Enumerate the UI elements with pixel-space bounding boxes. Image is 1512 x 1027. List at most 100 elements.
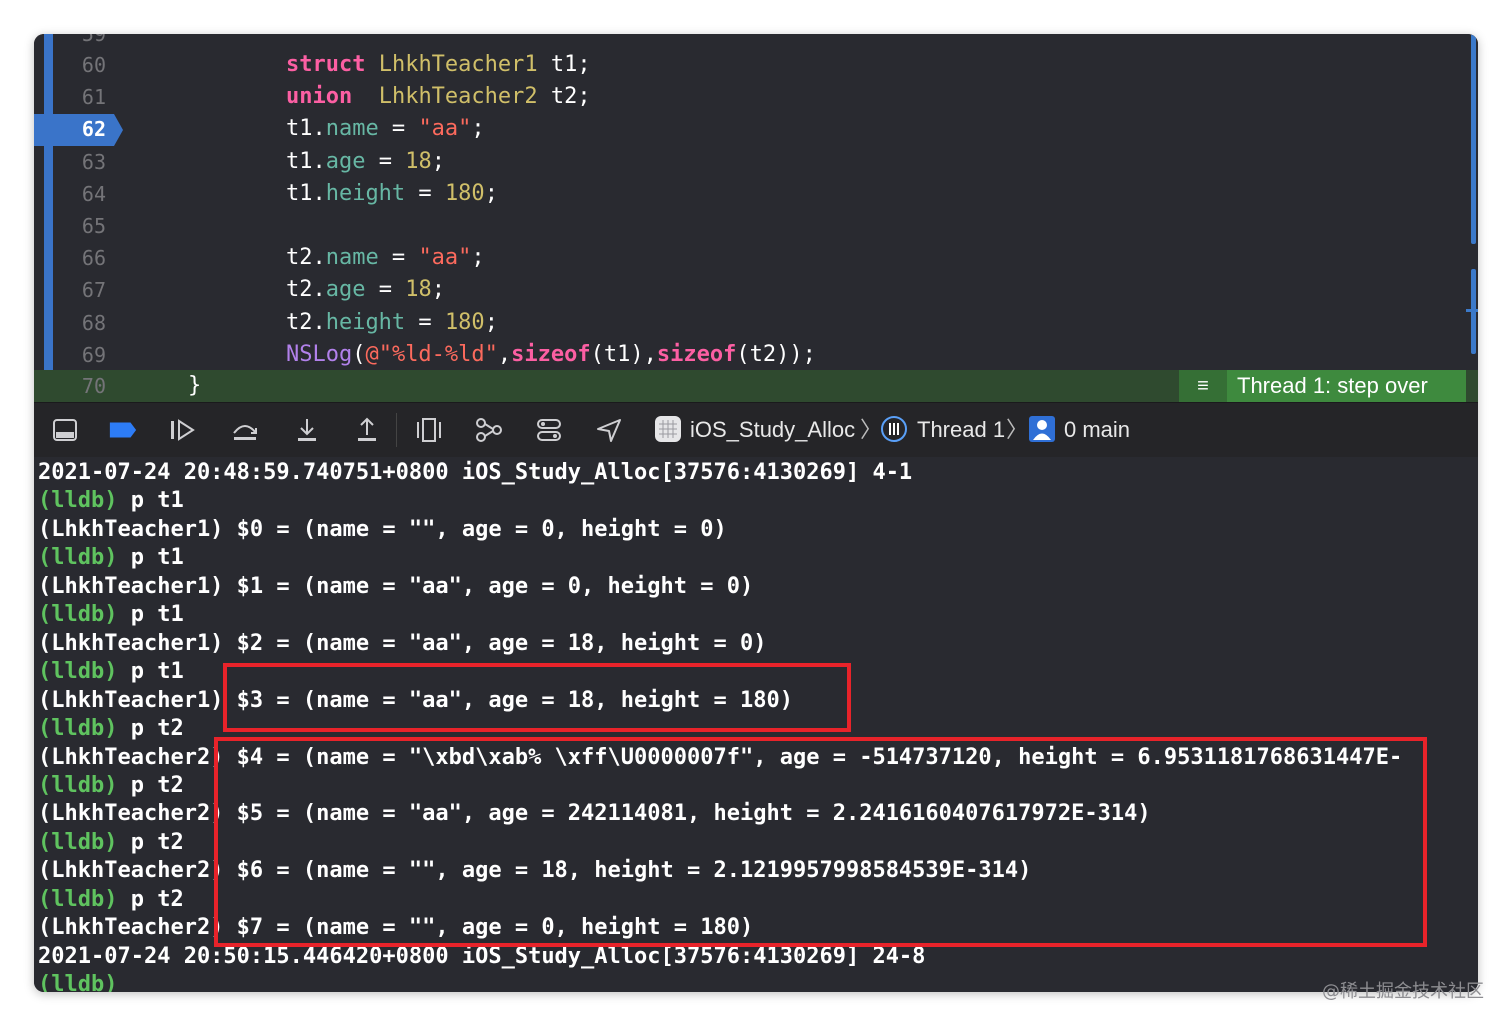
code-token: ( xyxy=(352,341,366,367)
code-token: ; xyxy=(484,309,498,335)
breadcrumb-app[interactable]: iOS_Study_Alloc xyxy=(690,414,855,446)
lldb-prompt: (lldb) xyxy=(38,716,118,742)
code-token: (t1), xyxy=(590,341,657,367)
code-token: name xyxy=(325,245,379,271)
user-frame-icon[interactable] xyxy=(1028,415,1056,443)
code-token: = xyxy=(378,116,419,142)
code-token: sizeof xyxy=(656,341,737,367)
code-token: , xyxy=(497,341,512,367)
code-token: age xyxy=(325,148,366,174)
code-token: height xyxy=(325,309,406,335)
code-token: name xyxy=(325,116,379,142)
thread-status-badge[interactable]: ≡ Thread 1: step over xyxy=(1179,370,1466,402)
debug-toolbar: iOS_Study_Alloc 〉 Thread 1 〉 0 main xyxy=(34,402,1478,458)
lldb-command-line: (lldb) p t2 xyxy=(38,772,184,800)
code-token: ; xyxy=(471,245,485,271)
code-token: "aa" xyxy=(418,116,472,142)
memory-graph-icon[interactable] xyxy=(474,416,504,444)
view-hierarchy-icon[interactable] xyxy=(414,416,444,444)
code-token: t1. xyxy=(180,148,326,174)
code-token: ; xyxy=(431,148,445,174)
code-line[interactable]: t2.age = 18; xyxy=(34,274,445,306)
code-token: t2. xyxy=(180,277,326,303)
lldb-prompt: (lldb) xyxy=(38,886,118,912)
lldb-command-line: (lldb) p t1 xyxy=(38,658,184,686)
breadcrumb-thread[interactable]: Thread 1 xyxy=(917,414,1005,446)
step-out-icon[interactable] xyxy=(352,416,382,444)
line-number[interactable]: 62 xyxy=(60,113,106,145)
hamburger-menu-icon[interactable]: ≡ xyxy=(1179,370,1227,402)
lldb-command-line: (lldb) p t1 xyxy=(38,601,184,629)
console-text: p t2 xyxy=(117,829,184,855)
code-token: 18 xyxy=(405,277,432,303)
code-line[interactable]: t2.height = 180; xyxy=(34,307,498,339)
code-token: NSLog xyxy=(285,341,353,367)
console-text: p t1 xyxy=(117,545,184,571)
console-text: 2021-07-24 20:48:59.740751+0800 iOS_Stud… xyxy=(38,460,913,485)
code-token: LhkhTeacher1 xyxy=(378,52,538,77)
breadcrumb-frame[interactable]: 0 main xyxy=(1064,414,1130,446)
line-number: 70 xyxy=(81,374,106,398)
code-line[interactable]: union LhkhTeacher2 t2; xyxy=(34,81,591,113)
code-line[interactable]: t1.height = 180; xyxy=(34,178,498,210)
console-output-line: (LhkhTeacher1) $1 = (name = "aa", age = … xyxy=(38,573,753,601)
lldb-prompt: (lldb) xyxy=(38,972,118,992)
environment-overrides-icon[interactable] xyxy=(534,416,564,444)
code-token: ; xyxy=(484,180,498,206)
console-text: p t1 xyxy=(117,488,184,514)
line-number: 59 xyxy=(81,34,106,46)
console-text: (LhkhTeacher1) $0 = (name = "", age = 0,… xyxy=(38,516,727,542)
console-text: 2021-07-24 20:50:15.446420+0800 iOS_Stud… xyxy=(38,943,926,969)
code-line[interactable]: struct LhkhTeacher1 t1; xyxy=(34,49,591,81)
console-text: (LhkhTeacher1) $1 = (name = "aa", age = … xyxy=(38,573,754,599)
code-token: union xyxy=(285,84,353,110)
thread-icon[interactable] xyxy=(880,415,908,443)
continue-icon[interactable] xyxy=(168,416,198,444)
console-toggle-icon[interactable] xyxy=(50,416,80,444)
code-token: t1. xyxy=(180,116,326,142)
code-token: t1; xyxy=(537,52,591,77)
console-text: (LhkhTeacher1) $2 = (name = "aa", age = … xyxy=(38,630,767,656)
code-token: 180 xyxy=(444,180,485,206)
code-token: = xyxy=(405,309,445,335)
lldb-prompt: (lldb) xyxy=(38,602,118,628)
code-token: t1. xyxy=(180,180,326,206)
lldb-prompt: (lldb) xyxy=(38,772,118,798)
source-editor[interactable]: 59 60 struct LhkhTeacher1 t1; 61 union Lh… xyxy=(34,34,1478,402)
lldb-command-line: (lldb) p t1 xyxy=(38,487,184,515)
step-over-icon[interactable] xyxy=(230,416,260,444)
console-text: p t2 xyxy=(117,716,184,742)
app-target-icon[interactable] xyxy=(654,415,682,443)
code-token: (t2)); xyxy=(736,341,816,367)
console-text: p t1 xyxy=(117,659,184,685)
code-line[interactable]: t2.name = "aa"; xyxy=(34,242,485,274)
scroll-indicator[interactable] xyxy=(1471,34,1476,244)
code-token: t2. xyxy=(180,309,326,335)
code-token: = xyxy=(365,277,406,303)
console-text: p t1 xyxy=(117,602,184,628)
toolbar-divider xyxy=(396,413,397,447)
code-token: struct xyxy=(285,52,366,77)
console-output-line: 2021-07-24 20:48:59.740751+0800 iOS_Stud… xyxy=(38,459,912,487)
code-token: "aa" xyxy=(418,245,472,271)
lldb-command-line: (lldb) p t2 xyxy=(38,829,184,857)
lldb-command-line: (lldb) p t2 xyxy=(38,886,184,914)
code-line[interactable]: t1.age = 18; xyxy=(34,146,445,178)
watermark: @稀土掘金技术社区 xyxy=(1322,981,1484,1002)
code-token: 180 xyxy=(444,309,485,335)
breakpoint-toggle-icon[interactable] xyxy=(108,416,138,444)
line-number[interactable]: 65 xyxy=(60,210,106,242)
code-token: ; xyxy=(431,277,445,303)
console-output-line: (LhkhTeacher1) $0 = (name = "", age = 0,… xyxy=(38,516,727,544)
step-into-icon[interactable] xyxy=(292,416,322,444)
code-line[interactable]: NSLog(@"%ld-%ld",sizeof(t1),sizeof(t2)); xyxy=(34,339,816,371)
simulate-location-icon[interactable] xyxy=(594,416,624,444)
code-token: height xyxy=(325,180,406,206)
code-token: age xyxy=(325,277,366,303)
code-line: } xyxy=(188,373,202,398)
